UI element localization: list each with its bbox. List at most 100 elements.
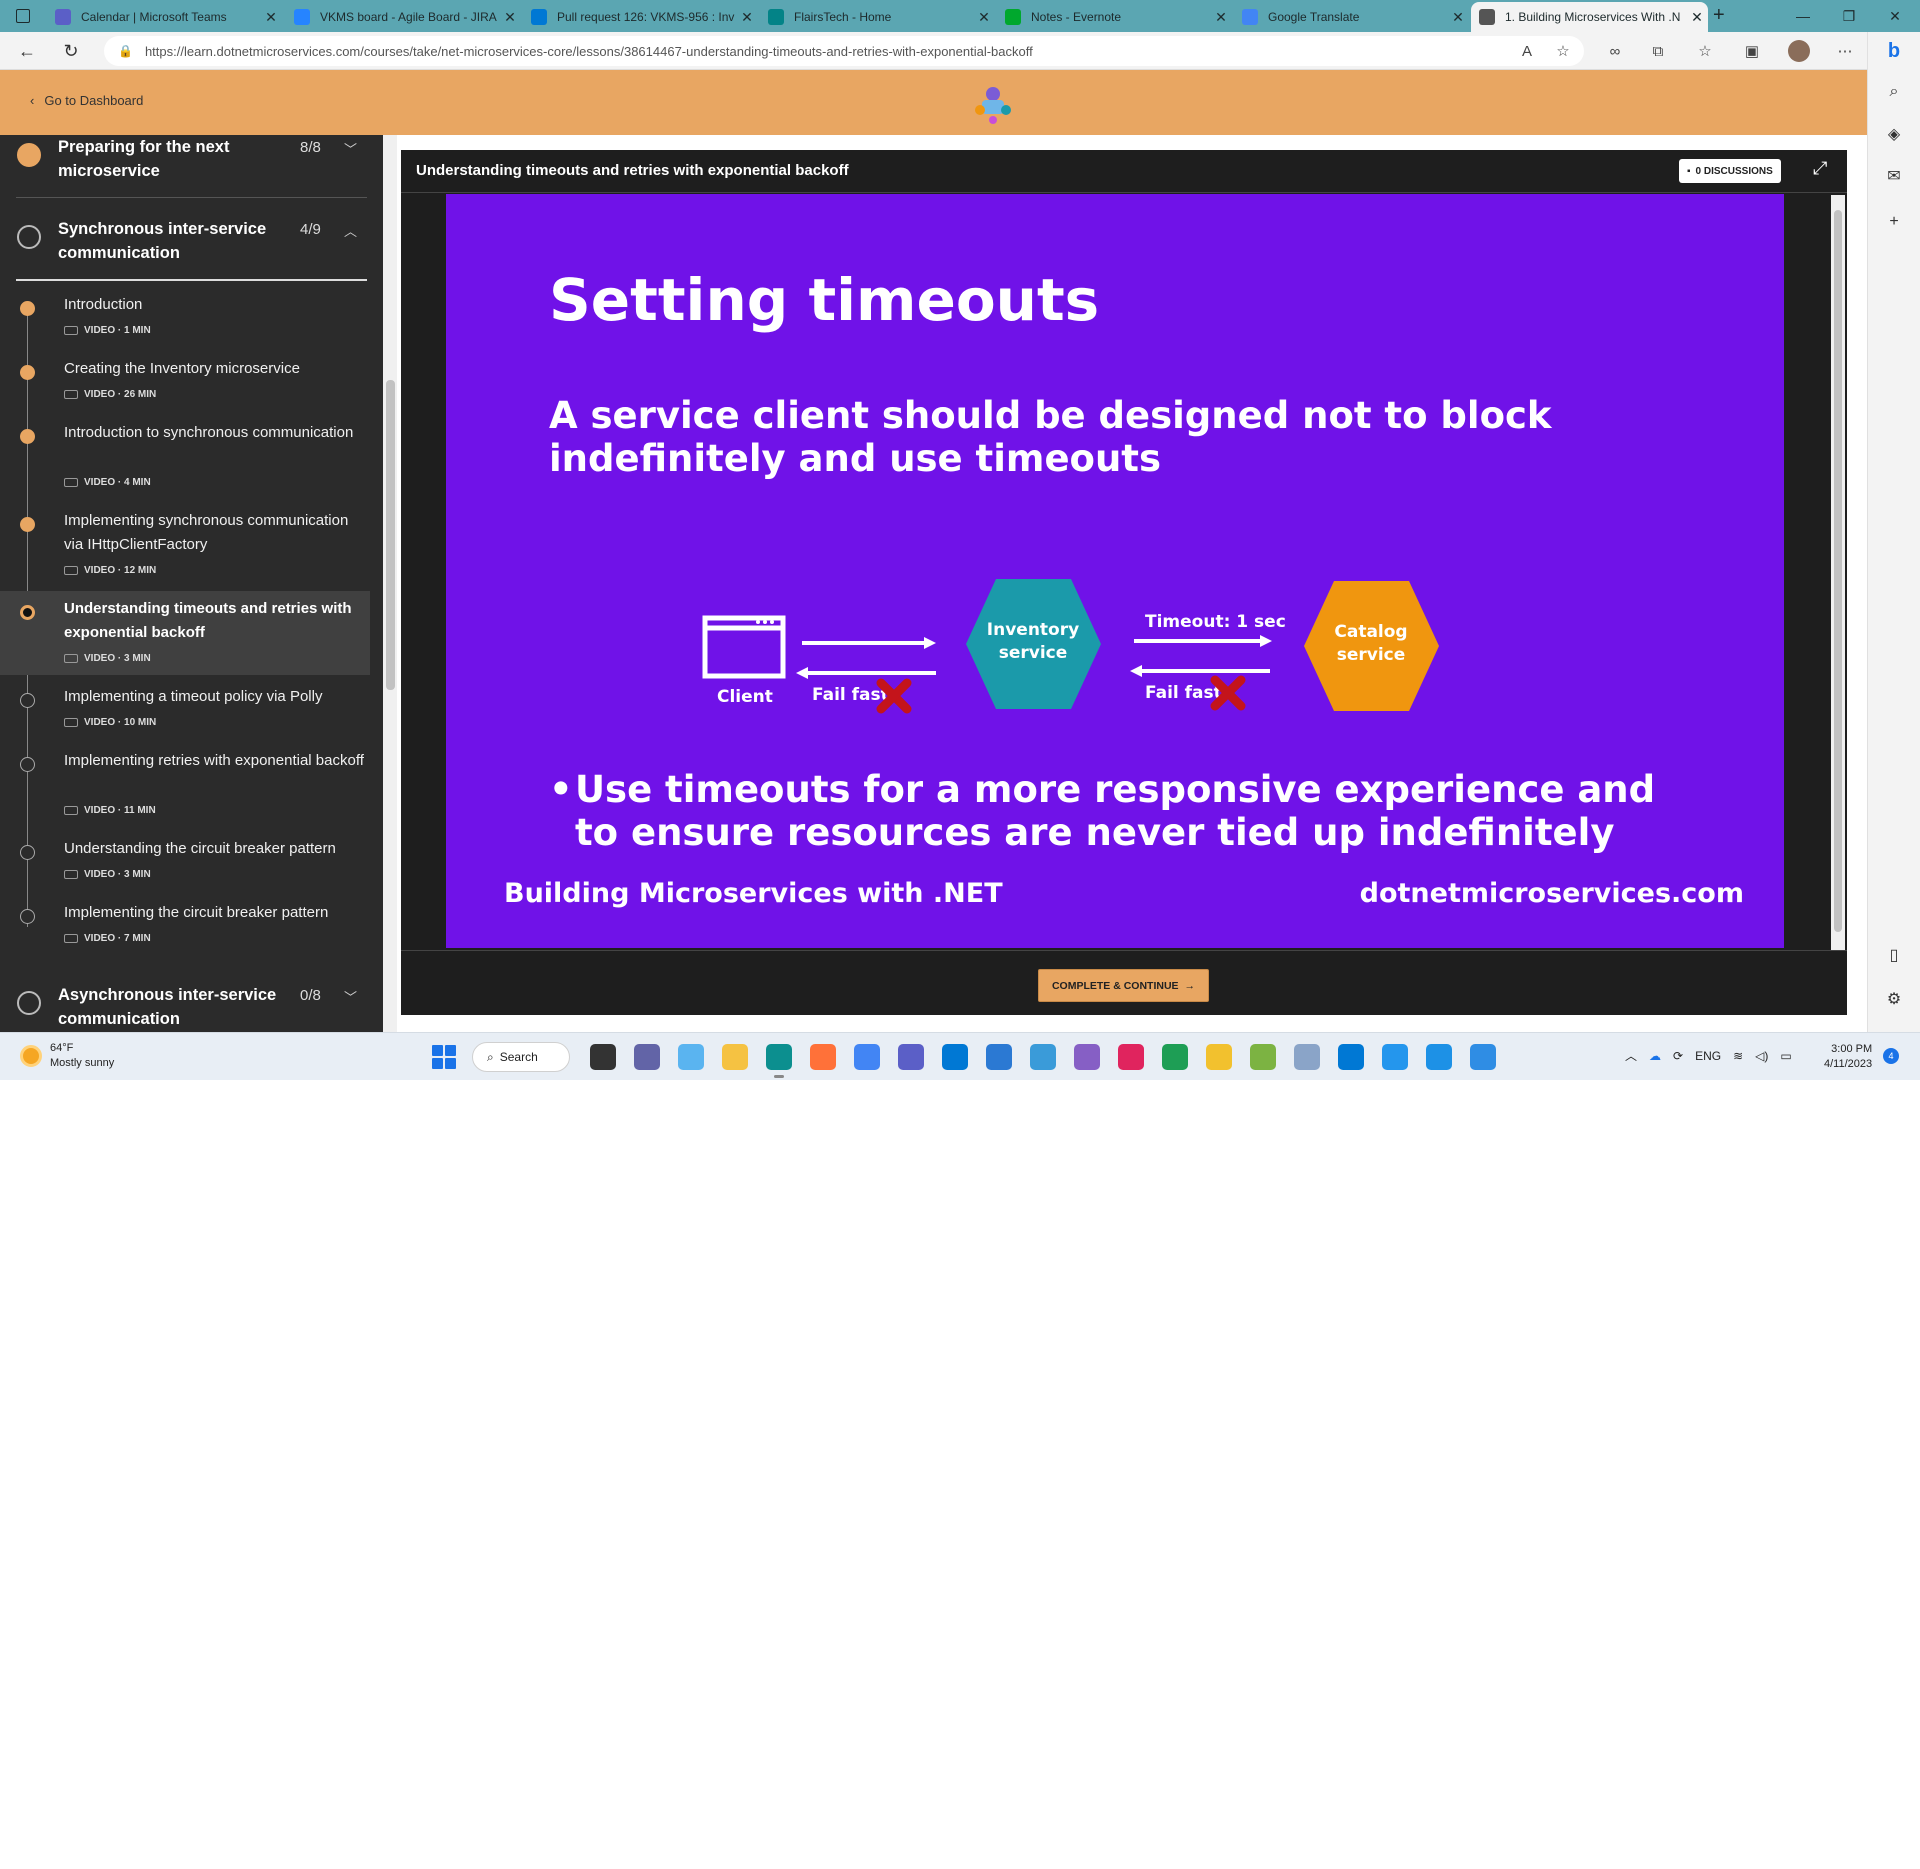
clock[interactable]: 3:00 PM 4/11/2023: [1824, 1042, 1872, 1072]
add-icon[interactable]: +: [1879, 207, 1909, 237]
refresh-button[interactable]: ↻: [56, 37, 86, 65]
read-aloud-icon[interactable]: A: [1512, 36, 1542, 66]
tab-close-icon[interactable]: ✕: [973, 9, 995, 26]
sticky-icon[interactable]: [1206, 1044, 1232, 1070]
lesson-item[interactable]: Introduction VIDEO · 1 MIN: [0, 287, 370, 347]
taskbar-search[interactable]: ⌕ Search: [472, 1042, 570, 1072]
lesson-meta-text: VIDEO · 26 MIN: [84, 389, 157, 400]
tab-close-icon[interactable]: ✕: [1210, 9, 1232, 26]
tab-actions-icon[interactable]: [16, 9, 30, 23]
video-slide[interactable]: Setting timeouts A service client should…: [446, 194, 1784, 948]
cortana-icon[interactable]: [678, 1044, 704, 1070]
lesson-title: Understanding timeouts and retries with …: [64, 600, 352, 641]
restore-button[interactable]: ❐: [1826, 0, 1872, 32]
new-tab-button[interactable]: +: [1713, 4, 1725, 27]
collections-icon[interactable]: ▣: [1737, 36, 1767, 66]
browser-tab[interactable]: 1. Building Microservices With .N ✕: [1471, 2, 1708, 32]
docker-compose-icon[interactable]: [1470, 1044, 1496, 1070]
tab-favicon-icon: [1005, 9, 1021, 25]
teams-icon[interactable]: [898, 1044, 924, 1070]
lesson-complete-icon: [20, 517, 35, 532]
teams-chat-icon[interactable]: [634, 1044, 660, 1070]
network-icon[interactable]: [1030, 1044, 1056, 1070]
browser-tab[interactable]: Notes - Evernote ✕: [997, 2, 1232, 32]
minimize-button[interactable]: —: [1780, 0, 1826, 32]
visual-studio-icon[interactable]: [1074, 1044, 1100, 1070]
firefox-icon[interactable]: [810, 1044, 836, 1070]
onedrive-icon[interactable]: ☁: [1649, 1049, 1661, 1063]
battery-icon[interactable]: ▭: [1780, 1049, 1791, 1063]
arrow-left-icon: [1130, 665, 1270, 677]
system-tray: ︿ ☁ ⟳ ENG ≋ ◁) ▭: [1625, 1047, 1792, 1064]
clock-time: 3:00 PM: [1831, 1043, 1873, 1055]
lesson-item[interactable]: Understanding timeouts and retries with …: [0, 591, 370, 675]
player-scrollbar-thumb[interactable]: [1834, 210, 1842, 932]
paint-icon[interactable]: [1250, 1044, 1276, 1070]
shopping-icon[interactable]: ◈: [1879, 119, 1909, 149]
snipping-tool-icon[interactable]: [1118, 1044, 1144, 1070]
fullscreen-icon[interactable]: ⤢: [1813, 158, 1827, 179]
chevron-up-icon[interactable]: ︿: [1625, 1047, 1637, 1064]
notification-badge[interactable]: 4: [1883, 1048, 1899, 1064]
discussions-button[interactable]: ▪ 0 DISCUSSIONS: [1679, 159, 1781, 183]
lesson-item[interactable]: Introduction to synchronous communicatio…: [0, 415, 370, 499]
vscode-icon[interactable]: [1338, 1044, 1364, 1070]
profile-avatar[interactable]: [1784, 36, 1814, 66]
puzzle-icon[interactable]: ⧉: [1643, 36, 1673, 66]
complete-and-continue-button[interactable]: COMPLETE & CONTINUE →: [1038, 969, 1209, 1002]
go-to-dashboard-link[interactable]: ‹ Go to Dashboard: [30, 93, 143, 108]
section-progress-icon: [17, 225, 41, 249]
tab-close-icon[interactable]: ✕: [736, 9, 758, 26]
back-button[interactable]: ←: [12, 37, 42, 65]
language-indicator[interactable]: ENG: [1695, 1049, 1721, 1063]
sidebar-scrollbar-thumb[interactable]: [386, 380, 395, 690]
tab-close-icon[interactable]: ✕: [260, 9, 282, 26]
complete-button-label: COMPLETE & CONTINUE: [1051, 979, 1179, 992]
tab-label: VKMS board - Agile Board - JIRA: [320, 10, 497, 24]
task-view-icon[interactable]: [590, 1044, 616, 1070]
docker-icon[interactable]: [1426, 1044, 1452, 1070]
window-icon[interactable]: [1294, 1044, 1320, 1070]
outlook-icon[interactable]: ✉: [1879, 161, 1909, 191]
tab-close-icon[interactable]: ✕: [499, 9, 521, 26]
tab-close-icon[interactable]: ✕: [1686, 9, 1708, 26]
weather-widget[interactable]: 64°F Mostly sunny: [20, 1041, 114, 1071]
edge-browser-icon[interactable]: [766, 1044, 792, 1078]
browser-tab[interactable]: Google Translate ✕: [1234, 2, 1469, 32]
chevron-left-icon: ‹: [30, 93, 35, 108]
bing-icon[interactable]: b: [1879, 36, 1909, 66]
lesson-item[interactable]: Creating the Inventory microservice VIDEO…: [0, 351, 370, 411]
browser-tab[interactable]: Calendar | Microsoft Teams ✕: [47, 2, 282, 32]
volume-icon[interactable]: ◁): [1755, 1049, 1768, 1063]
lesson-item[interactable]: Implementing a timeout policy via Polly V…: [0, 679, 370, 739]
sidebar-toggle-icon[interactable]: ▯: [1879, 940, 1909, 970]
close-window-button[interactable]: ✕: [1872, 0, 1918, 32]
settings-gear-icon[interactable]: ⚙: [1879, 984, 1909, 1014]
browser-tab[interactable]: Pull request 126: VKMS-956 : Inv ✕: [523, 2, 758, 32]
lesson-meta-text: VIDEO · 12 MIN: [84, 565, 157, 576]
url-field[interactable]: 🔒 https://learn.dotnetmicroservices.com/…: [104, 36, 1584, 66]
file-explorer-icon[interactable]: [722, 1044, 748, 1070]
lesson-item[interactable]: Implementing synchronous communication v…: [0, 503, 370, 587]
search-icon[interactable]: ⌕: [1879, 77, 1909, 107]
notepad-icon[interactable]: [986, 1044, 1012, 1070]
more-menu-icon[interactable]: ⋯: [1830, 36, 1860, 66]
browser-tab[interactable]: VKMS board - Agile Board - JIRA ✕: [286, 2, 521, 32]
favorite-star-icon[interactable]: ☆: [1548, 36, 1578, 66]
sync-icon[interactable]: ⟳: [1673, 1049, 1683, 1063]
lesson-status-icon: [20, 845, 35, 860]
lesson-item[interactable]: Understanding the circuit breaker patter…: [0, 831, 370, 891]
chrome-icon[interactable]: [854, 1044, 880, 1070]
lesson-title: Introduction: [64, 296, 143, 313]
favorites-icon[interactable]: ☆: [1690, 36, 1720, 66]
lesson-item[interactable]: Implementing retries with exponential ba…: [0, 743, 370, 827]
outlook-icon[interactable]: [942, 1044, 968, 1070]
tab-close-icon[interactable]: ✕: [1447, 9, 1469, 26]
wifi-icon[interactable]: ≋: [1733, 1049, 1743, 1063]
docker-desktop-icon[interactable]: [1382, 1044, 1408, 1070]
lesson-item[interactable]: Implementing the circuit breaker pattern…: [0, 895, 370, 955]
extensions-icon[interactable]: ∞: [1600, 36, 1630, 66]
start-button[interactable]: [432, 1045, 456, 1069]
excel-tool-icon[interactable]: [1162, 1044, 1188, 1070]
browser-tab[interactable]: FlairsTech - Home ✕: [760, 2, 995, 32]
